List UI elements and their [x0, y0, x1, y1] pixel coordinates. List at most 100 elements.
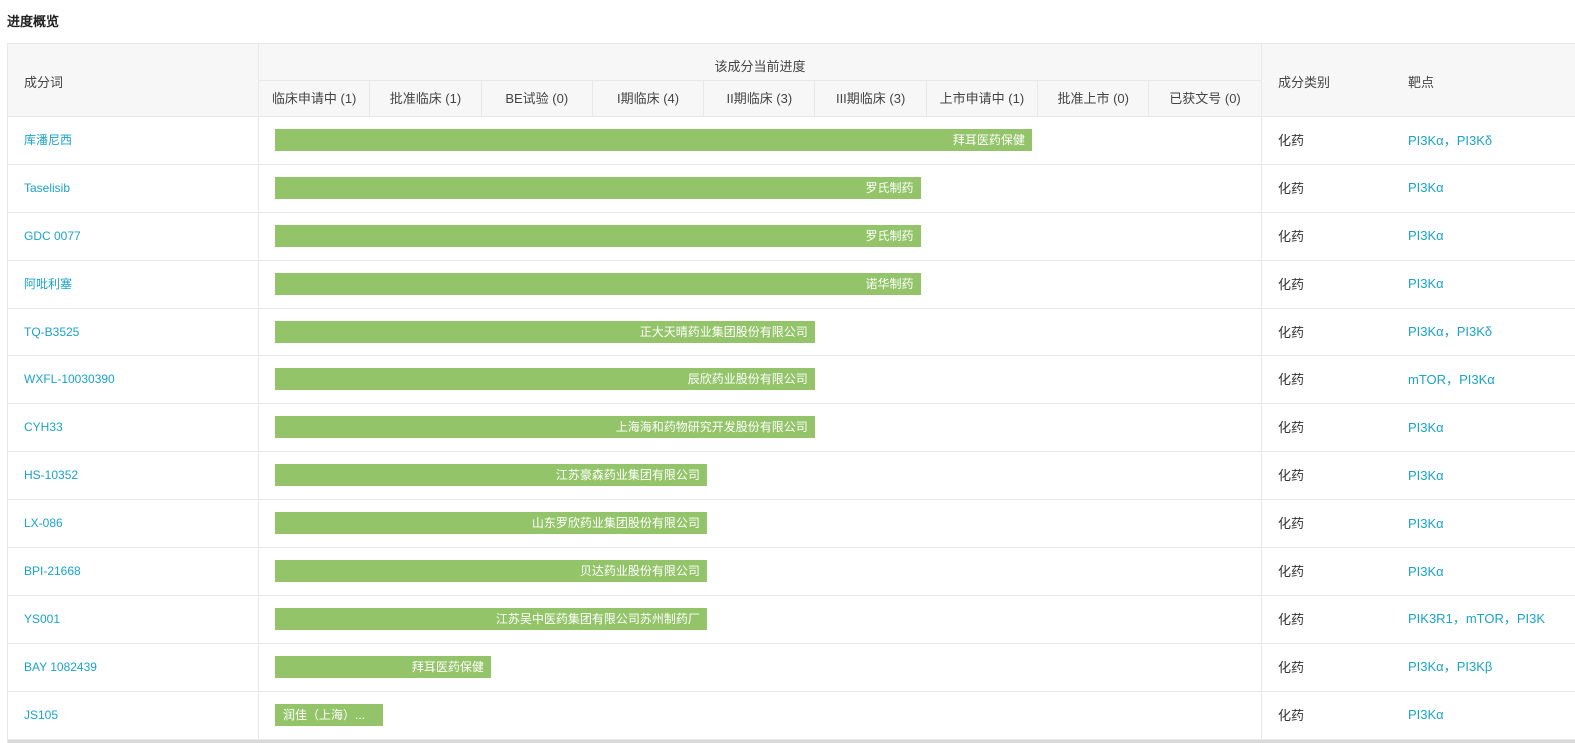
ingredient-link[interactable]: 库潘尼西: [24, 117, 72, 164]
ingredient-link[interactable]: 阿吡利塞: [24, 261, 72, 308]
target-link[interactable]: PI3Kα: [1408, 324, 1444, 339]
ingredient-link[interactable]: JS105: [24, 692, 58, 739]
category-cell: 化药: [1278, 133, 1305, 148]
target-list: PI3Kα: [1408, 418, 1444, 438]
progress-bar[interactable]: 江苏吴中医药集团有限公司苏州制药厂: [275, 607, 707, 630]
target-link[interactable]: PI3Kα: [1459, 372, 1495, 387]
target-list: PI3Kα，PI3Kβ: [1408, 657, 1492, 677]
ingredient-link[interactable]: HS-10352: [24, 452, 78, 499]
target-link[interactable]: PI3Kδ: [1457, 324, 1492, 339]
target-link[interactable]: PI3Kα: [1408, 707, 1444, 722]
progress-bar[interactable]: 山东罗欣药业集团股份有限公司: [275, 512, 707, 535]
progress-bar[interactable]: 诺华制药: [275, 272, 921, 295]
progress-bar[interactable]: 江苏豪森药业集团有限公司: [275, 464, 707, 487]
category-cell: 化药: [1278, 228, 1305, 244]
target-separator: ，: [1443, 659, 1457, 675]
target-link[interactable]: mTOR: [1408, 372, 1446, 387]
stage-header-3: I期临床 (4): [593, 81, 705, 117]
row-divider: [1261, 356, 1262, 404]
row-divider: [1261, 548, 1262, 595]
page-title: 进度概览: [7, 14, 60, 29]
stage-header-4: II期临床 (3): [704, 81, 816, 117]
progress-bar[interactable]: 正大天晴药业集团股份有限公司: [275, 320, 815, 343]
row-divider: [258, 117, 259, 164]
target-link[interactable]: PI3Kα: [1408, 420, 1444, 435]
target-link[interactable]: PI3K: [1517, 611, 1545, 626]
category-cell: 化药: [1278, 707, 1305, 723]
ingredient-link[interactable]: LX-086: [24, 500, 63, 547]
row-divider: [1261, 308, 1262, 356]
progress-bar[interactable]: 上海海和药物研究开发股份有限公司: [275, 416, 815, 439]
category-cell: 化药: [1278, 659, 1305, 675]
target-link[interactable]: PI3Kα: [1408, 228, 1444, 243]
ingredient-link[interactable]: Taselisib: [24, 165, 70, 212]
header-target: 靶点: [1408, 75, 1435, 90]
table-header: 成分词 该成分当前进度 临床申请中 (1) 批准临床 (1) BE试验 (0) I期临…: [8, 44, 1575, 117]
row-divider: [258, 548, 259, 595]
target-cell: PI3Kα: [1408, 692, 1575, 739]
target-list: PI3Kα: [1408, 274, 1444, 294]
target-link[interactable]: mTOR: [1466, 611, 1504, 626]
target-link[interactable]: PI3Kα: [1408, 180, 1444, 195]
stage-header-6: 上市申请中 (1): [927, 81, 1039, 117]
progress-bar[interactable]: 罗氏制药: [275, 224, 921, 247]
target-cell: PI3Kα: [1408, 261, 1575, 308]
ingredient-link[interactable]: CYH33: [24, 404, 63, 451]
target-cell: PI3Kα: [1408, 165, 1575, 212]
row-divider: [1261, 164, 1262, 212]
table-body: 库潘尼西 拜耳医药保健 化药 PI3Kα，PI3Kδ Taselisib 罗氏制药 化药 PI…: [8, 117, 1575, 740]
row-divider: [1261, 691, 1262, 739]
target-cell: PI3Kα，PI3Kδ: [1408, 117, 1575, 164]
progress-bar[interactable]: 罗氏制药: [275, 176, 921, 199]
ingredient-link[interactable]: BPI-21668: [24, 548, 81, 595]
target-list: PI3Kα: [1408, 514, 1444, 534]
progress-bar[interactable]: 贝达药业股份有限公司: [275, 560, 707, 583]
row-divider: [258, 404, 259, 452]
table-row: 阿吡利塞 诺华制药 化药 PI3Kα: [8, 260, 1575, 309]
target-cell: PI3Kα: [1408, 500, 1575, 547]
target-cell: PI3Kα，PI3Kδ: [1408, 309, 1575, 356]
target-link[interactable]: PI3Kα: [1408, 276, 1444, 291]
target-separator: ，: [1443, 132, 1457, 148]
row-divider: [258, 260, 259, 308]
progress-bar[interactable]: 辰欣药业股份有限公司: [275, 368, 815, 391]
target-list: PI3Kα，PI3Kδ: [1408, 131, 1492, 151]
target-link[interactable]: PI3Kα: [1408, 659, 1444, 674]
ingredient-link[interactable]: TQ-B3525: [24, 309, 79, 356]
row-divider: [258, 212, 259, 260]
target-cell: PI3Kα: [1408, 452, 1575, 499]
ingredient-link[interactable]: BAY 1082439: [24, 644, 97, 691]
progress-bar[interactable]: 润佳（上海）...: [275, 703, 383, 726]
target-link[interactable]: PI3Kβ: [1457, 659, 1493, 674]
row-divider: [1261, 117, 1262, 164]
target-link[interactable]: PI3Kδ: [1457, 133, 1492, 148]
row-divider: [1261, 212, 1262, 260]
stage-header-7: 批准上市 (0): [1038, 81, 1150, 117]
target-link[interactable]: PIK3R1: [1408, 611, 1453, 626]
table-row: Taselisib 罗氏制药 化药 PI3Kα: [8, 164, 1575, 213]
stage-header-1: 批准临床 (1): [370, 81, 482, 117]
row-divider: [1261, 260, 1262, 308]
header-category: 成分类别: [1278, 75, 1331, 90]
progress-bar[interactable]: 拜耳医药保健: [275, 129, 1032, 151]
progress-bar[interactable]: 拜耳医药保健: [275, 655, 491, 678]
target-list: PIK3R1，mTOR，PI3K: [1408, 609, 1545, 629]
category-cell: 化药: [1278, 276, 1305, 292]
target-list: PI3Kα，PI3Kδ: [1408, 322, 1492, 342]
target-link[interactable]: PI3Kα: [1408, 564, 1444, 579]
target-link[interactable]: PI3Kα: [1408, 133, 1444, 148]
row-divider: [258, 691, 259, 739]
target-list: PI3Kα: [1408, 562, 1444, 582]
target-cell: PI3Kα: [1408, 213, 1575, 260]
target-link[interactable]: PI3Kα: [1408, 468, 1444, 483]
target-list: mTOR，PI3Kα: [1408, 370, 1495, 390]
target-link[interactable]: PI3Kα: [1408, 516, 1444, 531]
ingredient-link[interactable]: YS001: [24, 596, 60, 643]
table-row: BPI-21668 贝达药业股份有限公司 化药 PI3Kα: [8, 548, 1575, 596]
row-divider: [258, 643, 259, 691]
ingredient-link[interactable]: WXFL-10030390: [24, 356, 115, 403]
table-row: JS105 润佳（上海）... 化药 PI3Kα: [8, 691, 1575, 740]
ingredient-link[interactable]: GDC 0077: [24, 213, 81, 260]
target-list: PI3Kα: [1408, 226, 1444, 246]
target-separator: ，: [1452, 611, 1466, 627]
